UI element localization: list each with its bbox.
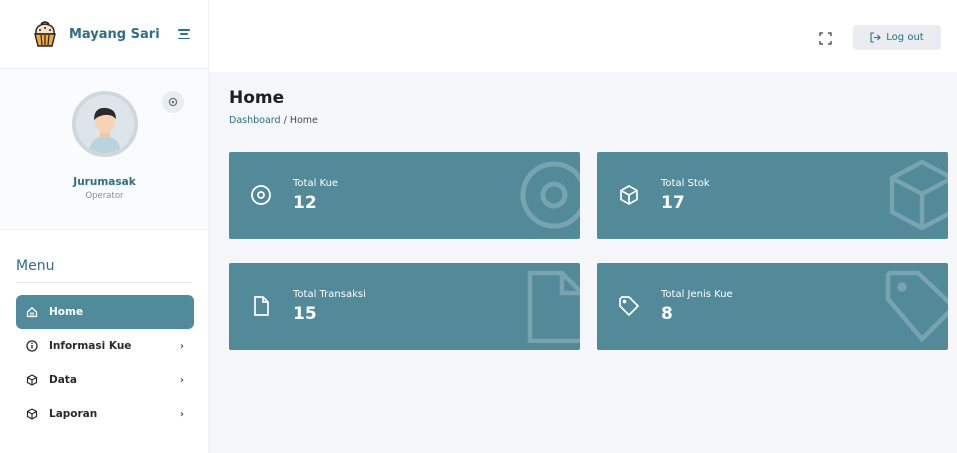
chevron-right-icon: › [179,409,184,420]
menu-title: Menu [16,258,55,274]
info-icon [26,340,38,352]
logout-label: Log out [886,32,924,43]
page-title: Home [229,88,285,108]
topbar: Log out [209,0,957,72]
tag-icon [618,295,640,317]
sidebar-item-data[interactable]: Data › [16,363,194,397]
stat-label: Total Kue [293,178,339,189]
disc-background-icon [516,158,580,232]
profile-role: Operator [85,191,124,201]
profile-name: Jurumasak [73,176,136,188]
home-icon [26,306,38,318]
sidebar-item-label: Data [49,374,77,386]
cube-background-icon [884,158,948,232]
stat-value: 17 [661,193,685,213]
sidebar-item-home[interactable]: Home [16,295,194,329]
sidebar-item-label: Laporan [49,408,98,420]
disc-icon [250,184,272,206]
stat-value: 8 [661,304,673,324]
sidebar: Mayang Sari Jurumasak Operator Menu Home [0,0,209,453]
sidebar-item-label: Home [49,306,84,318]
sidebar-nav: Home Informasi Kue › Data › Laporan › [16,295,194,431]
cube-icon [26,408,38,420]
file-icon [250,295,272,317]
stat-card-total-kue[interactable]: Total Kue 12 [229,152,580,239]
sidebar-item-label: Informasi Kue [49,340,132,352]
user-profile: Jurumasak Operator [0,68,208,230]
sidebar-item-laporan[interactable]: Laporan › [16,397,194,431]
chevron-right-icon: › [179,341,184,352]
fullscreen-icon[interactable] [819,30,832,45]
avatar [72,91,138,157]
stat-label: Total Transaksi [293,289,366,300]
cube-icon [618,184,640,206]
stat-label: Total Stok [661,178,710,189]
settings-gear-icon[interactable] [162,91,184,113]
logout-button[interactable]: Log out [853,25,941,50]
breadcrumb-current: Home [289,115,318,126]
brand: Mayang Sari [0,0,208,68]
tag-background-icon [884,269,948,343]
sidebar-item-informasi-kue[interactable]: Informasi Kue › [16,329,194,363]
stat-card-total-stok[interactable]: Total Stok 17 [597,152,948,239]
brand-name: Mayang Sari [69,26,160,42]
stat-value: 12 [293,193,317,213]
breadcrumb: Dashboard / Home [229,115,318,126]
chevron-right-icon: › [179,375,184,386]
logout-icon [870,32,882,43]
stat-card-total-transaksi[interactable]: Total Transaksi 15 [229,263,580,350]
cube-icon [26,374,38,386]
breadcrumb-separator: / [283,115,287,126]
sidebar-toggle-icon[interactable] [177,29,190,39]
menu-divider [16,282,192,283]
stat-label: Total Jenis Kue [661,289,733,300]
stat-value: 15 [293,304,317,324]
file-background-icon [516,269,580,344]
stat-card-total-jenis-kue[interactable]: Total Jenis Kue 8 [597,263,948,350]
cupcake-logo-icon [30,19,60,49]
breadcrumb-root-link[interactable]: Dashboard [229,115,281,126]
